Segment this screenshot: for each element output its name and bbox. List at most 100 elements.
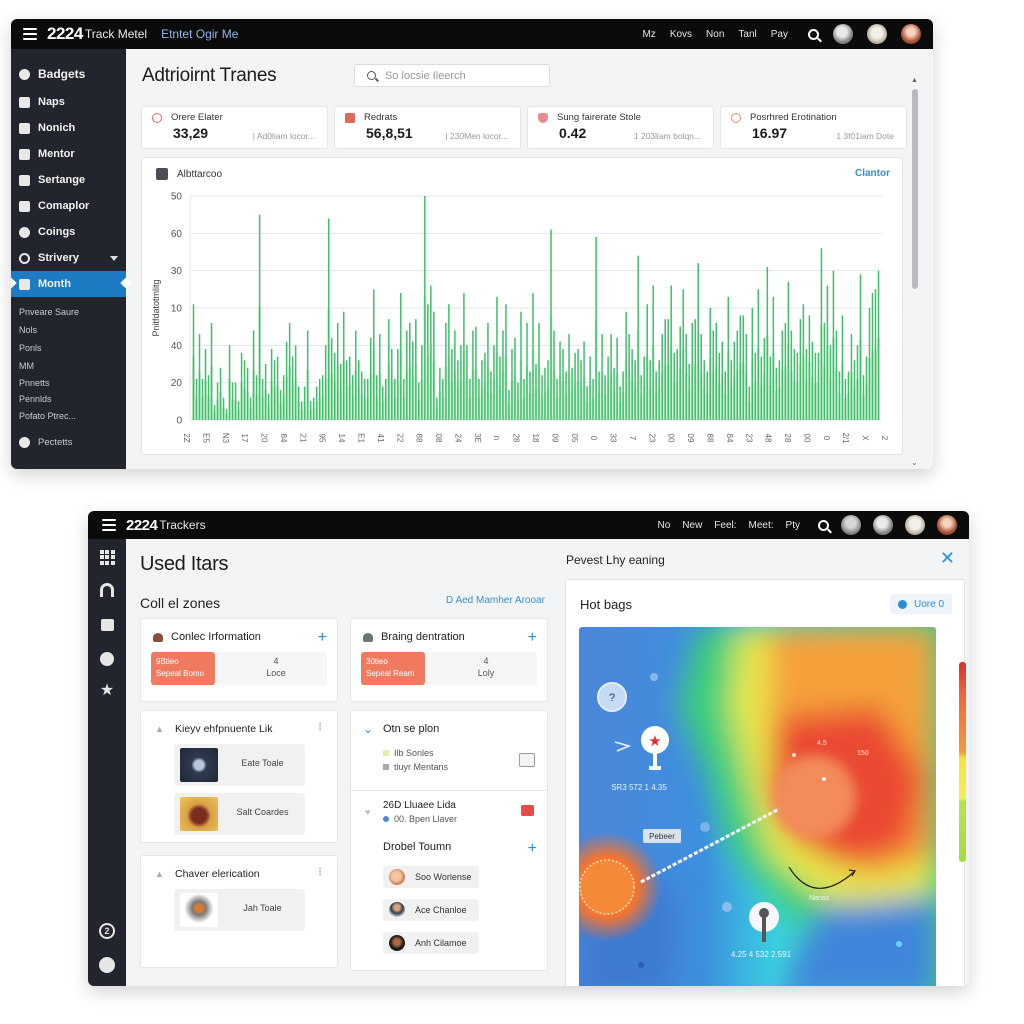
bar xyxy=(811,341,814,420)
bar xyxy=(856,345,859,420)
search-icon[interactable] xyxy=(808,28,819,40)
chart-action-link[interactable]: Clantor xyxy=(855,168,890,179)
top-link[interactable]: Feel: xyxy=(714,520,736,531)
bar xyxy=(625,311,627,420)
star-icon[interactable]: ★ xyxy=(99,683,115,699)
avatar[interactable] xyxy=(841,515,861,535)
avatar[interactable] xyxy=(901,24,921,44)
tool-tile[interactable]: Salt Coardes xyxy=(174,793,305,835)
pin-icon[interactable] xyxy=(99,651,115,667)
add-icon[interactable]: + xyxy=(528,630,537,646)
sidebar-item-badgets[interactable]: Badgets xyxy=(11,59,126,89)
collapse-icon[interactable]: ▲ xyxy=(155,869,164,879)
stat-card[interactable]: Redrats 56,8,51 | 230Men locor... xyxy=(334,106,521,149)
avatar[interactable] xyxy=(873,515,893,535)
team-member[interactable]: Ace Chanloe xyxy=(383,899,479,921)
add-member-icon[interactable]: + xyxy=(528,841,537,857)
search-icon[interactable] xyxy=(818,519,829,531)
account-icon[interactable] xyxy=(99,957,115,973)
scrollbar-thumb[interactable] xyxy=(912,89,918,289)
sidebar-item-mentor[interactable]: Mentor xyxy=(11,141,126,167)
bar xyxy=(291,356,294,420)
sidebar-subitem[interactable]: Pnnetts xyxy=(11,375,126,391)
bar xyxy=(385,378,387,420)
sidebar-subitem[interactable]: Pofato Ptrec... xyxy=(11,407,126,425)
scroll-down-icon[interactable]: ⌄ xyxy=(911,458,918,467)
menu-icon[interactable] xyxy=(23,28,37,40)
bar xyxy=(646,304,648,420)
top-link[interactable]: Meet: xyxy=(749,520,774,531)
top-link[interactable]: Pty xyxy=(786,520,800,531)
scroll-up-icon[interactable]: ▲ xyxy=(911,77,918,84)
top-link[interactable]: New xyxy=(682,520,702,531)
zone-count-label: Loly xyxy=(477,668,495,678)
sidebar-subitem[interactable]: Pnveare Saure xyxy=(11,303,126,321)
chevron-down-icon[interactable]: ⌄ xyxy=(363,723,373,735)
map-value: 150 xyxy=(857,750,869,757)
avatar[interactable] xyxy=(905,515,925,535)
sidebar-subitem[interactable]: MM xyxy=(11,357,126,375)
edit-icon[interactable] xyxy=(519,753,535,767)
calendar-icon[interactable] xyxy=(521,805,534,816)
sidebar-item-pectetts[interactable]: Pectetts xyxy=(11,429,126,455)
scrollbar[interactable]: ▲ ⌄ xyxy=(911,77,919,467)
sidebar-item-coings[interactable]: Coings xyxy=(11,219,126,245)
zone-badge[interactable]: 9Btieo Sepeal Bomo xyxy=(151,652,215,685)
top-link[interactable]: Kovs xyxy=(670,29,692,40)
sidebar-item-month[interactable]: Month xyxy=(11,271,126,297)
sidebar-item-strivery[interactable]: Strivery xyxy=(11,245,126,271)
tile-label: Jah Toale xyxy=(243,903,282,913)
top-link[interactable]: Non xyxy=(706,29,724,40)
bar xyxy=(460,345,462,420)
sidebar-item-sertange[interactable]: Sertange xyxy=(11,167,126,193)
close-icon[interactable]: ✕ xyxy=(940,549,955,567)
bar xyxy=(457,360,459,420)
bar xyxy=(718,352,721,420)
stat-cards: Orere Elater 33,29 | Ad0liam locor... Re… xyxy=(141,106,907,149)
stat-card[interactable]: Sung fairerate Stole 0.42 1 203liam bolq… xyxy=(527,106,714,149)
headset-icon[interactable] xyxy=(99,582,115,598)
sidebar-item-nonich[interactable]: Nonich xyxy=(11,115,126,141)
stat-card[interactable]: Orere Elater 33,29 | Ad0liam locor... xyxy=(141,106,328,149)
more-button[interactable]: Uore 0 xyxy=(889,594,952,614)
add-icon[interactable]: + xyxy=(318,630,327,646)
user-circle-icon[interactable]: 2 xyxy=(99,923,115,939)
more-icon[interactable]: ⋮ xyxy=(315,867,325,878)
bar xyxy=(760,356,763,420)
brand-subtitle-link[interactable]: Etntet Ogir Me xyxy=(161,27,238,41)
avatar[interactable] xyxy=(867,24,887,44)
top-link[interactable]: No xyxy=(657,520,670,531)
apps-grid-icon[interactable] xyxy=(99,549,115,565)
top-link[interactable]: Pay xyxy=(771,29,788,40)
sidebar-item-naps[interactable]: Naps xyxy=(11,89,126,115)
search-field[interactable] xyxy=(354,64,550,87)
more-icon[interactable]: ⋮ xyxy=(315,722,325,733)
add-member-link[interactable]: D Aed Mamher Arooar xyxy=(446,595,545,606)
menu-icon[interactable] xyxy=(102,519,116,531)
sidebar-item-comaplor[interactable]: Comaplor xyxy=(11,193,126,219)
bar xyxy=(529,371,531,420)
sidebar-subitem[interactable]: Nols xyxy=(11,321,126,339)
top-link[interactable]: Tanl xyxy=(738,29,756,40)
sidebar-subitem[interactable]: Ponls xyxy=(11,339,126,357)
house-icon xyxy=(345,112,355,123)
tool-tile[interactable]: Eate Toale xyxy=(174,744,305,786)
bar xyxy=(207,375,210,420)
collapse-icon[interactable]: ▲ xyxy=(155,724,164,734)
top-link[interactable]: Mz xyxy=(642,29,655,40)
sidebar-item-label: Month xyxy=(38,278,71,290)
stat-card[interactable]: Posrhred Erotination 16.97 1 3f01iam Dot… xyxy=(720,106,907,149)
x-tick-label: 05 xyxy=(570,434,579,443)
team-member[interactable]: Soo Worlense xyxy=(383,866,479,888)
sidebar-subitem[interactable]: Pennlds xyxy=(11,391,126,407)
inbox-icon[interactable] xyxy=(99,617,115,633)
heatmap-map[interactable]: ? ★ SR3 572 1 4.35 Pebeer Nanss 4.5 150 xyxy=(579,627,936,986)
search-input[interactable] xyxy=(385,69,535,82)
zone-badge[interactable]: 30tieo Sepeal Ream xyxy=(361,652,425,685)
avatar[interactable] xyxy=(833,24,853,44)
bar xyxy=(282,375,285,420)
avatar[interactable] xyxy=(937,515,957,535)
tool-tile[interactable]: Jah Toale xyxy=(174,889,305,931)
heart-icon[interactable]: ♥ xyxy=(365,807,370,817)
team-member[interactable]: Anh Cilamoe xyxy=(383,932,479,954)
